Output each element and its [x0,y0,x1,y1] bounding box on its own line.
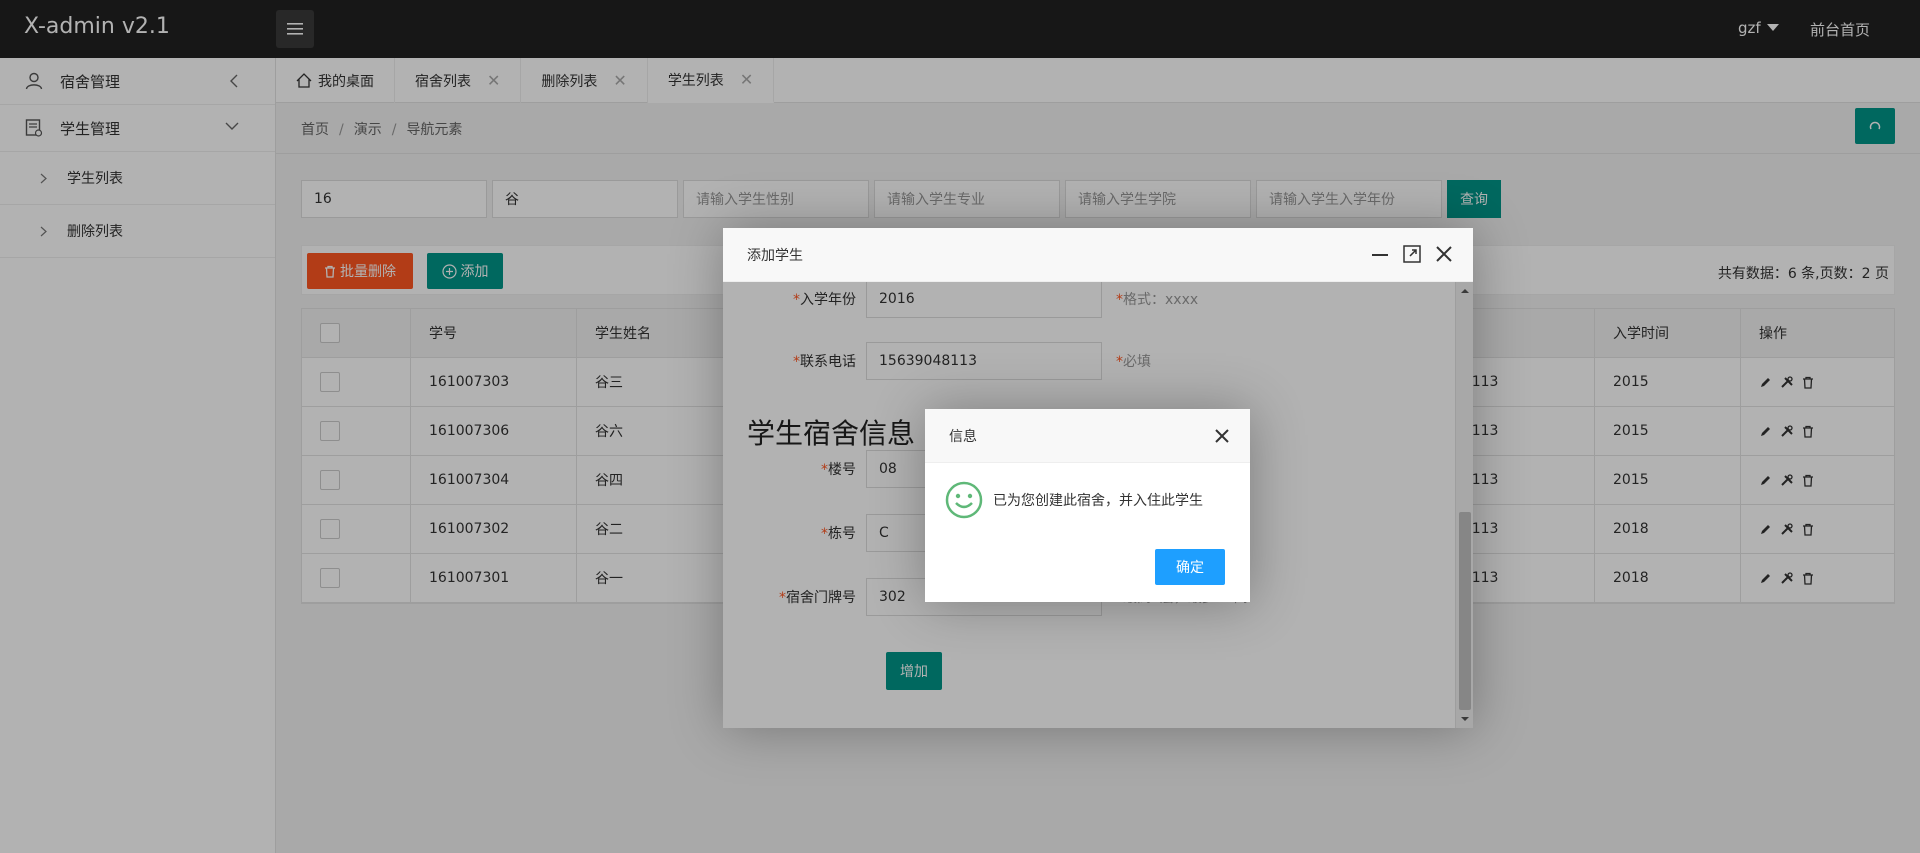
close-icon[interactable] [1214,428,1230,444]
info-header: 信息 [925,409,1250,463]
modal-header: 添加学生 [723,228,1473,282]
modal-controls [1371,245,1453,263]
maximize-icon[interactable] [1403,245,1421,263]
smile-icon [945,481,983,519]
info-title: 信息 [949,428,977,445]
info-dialog: 信息 已为您创建此宿舍，并入住此学生 确定 [925,409,1250,602]
close-icon[interactable] [1435,245,1453,263]
info-message-row: 已为您创建此宿舍，并入住此学生 [945,481,1203,519]
ok-button[interactable]: 确定 [1155,549,1225,585]
minimize-icon[interactable] [1371,245,1389,263]
info-message: 已为您创建此宿舍，并入住此学生 [993,493,1203,509]
modal-title: 添加学生 [747,247,803,264]
